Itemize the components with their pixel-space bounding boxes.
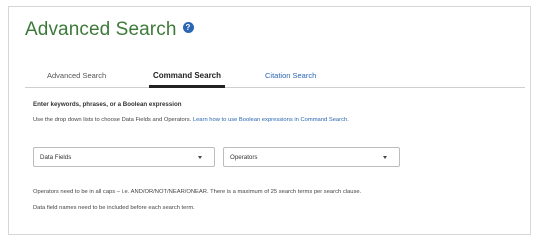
page-title: Advanced Search <box>25 19 177 40</box>
prompt-label: Enter keywords, phrases, or a Boolean ex… <box>33 101 182 108</box>
data-fields-select[interactable]: Data Fields <box>33 147 215 167</box>
title-row: Advanced Search ? <box>25 19 194 41</box>
data-fields-select-value: Data Fields <box>40 153 72 161</box>
data-field-note: Data field names need to be included bef… <box>33 205 195 211</box>
tab-command-search[interactable]: Command Search <box>149 64 226 88</box>
tab-advanced-search[interactable]: Advanced Search <box>43 64 110 88</box>
instructions-text: Use the drop down lists to choose Data F… <box>33 117 349 123</box>
advanced-search-panel: Advanced Search ? Advanced Search Comman… <box>8 6 531 235</box>
boolean-help-link[interactable]: Learn how to use Boolean expressions in … <box>193 117 349 123</box>
chevron-down-icon <box>383 156 387 159</box>
tab-citation-search[interactable]: Citation Search <box>261 64 320 88</box>
chevron-down-icon <box>198 156 202 159</box>
operators-select-value: Operators <box>230 153 258 161</box>
search-tabs: Advanced Search Command Search Citation … <box>25 64 525 88</box>
operators-note: Operators need to be in all caps – i.e. … <box>33 189 362 195</box>
instructions-body: Use the drop down lists to choose Data F… <box>33 117 192 123</box>
question-circle-icon[interactable]: ? <box>182 21 194 33</box>
operators-select[interactable]: Operators <box>223 147 400 167</box>
